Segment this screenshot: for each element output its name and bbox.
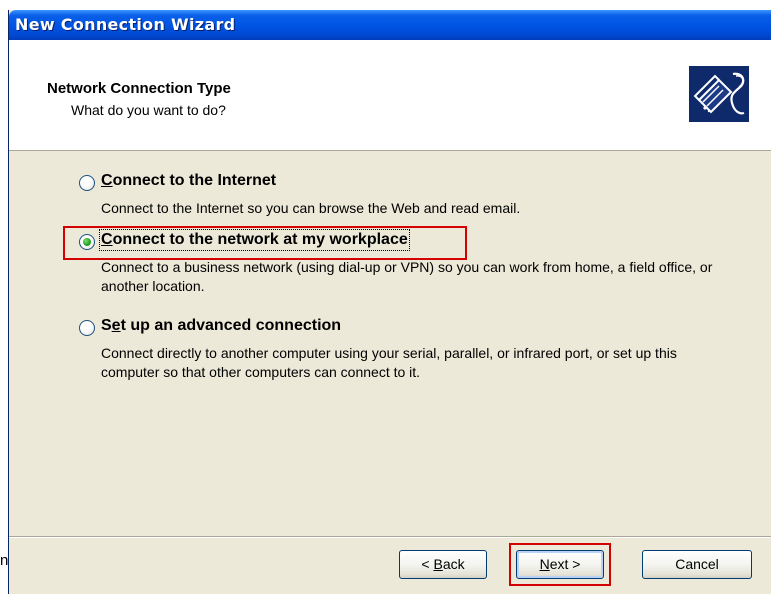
option-label[interactable]: Set up an advanced connection: [101, 317, 341, 335]
option-description: Connect to the Internet so you can brows…: [101, 200, 521, 216]
network-cable-icon: [689, 66, 749, 122]
label-accesskey: e: [111, 317, 121, 334]
annotation-highlight-option: [63, 226, 467, 260]
back-button[interactable]: < Back: [399, 550, 487, 579]
radio-connect-internet[interactable]: [79, 175, 95, 191]
label-text: t up an advanced connection: [120, 317, 342, 334]
cancel-button[interactable]: Cancel: [642, 550, 752, 579]
label-text: onnect to the Internet: [112, 172, 277, 189]
back-accesskey: B: [433, 556, 443, 572]
label-prefix: S: [101, 317, 112, 334]
page-subtitle: What do you want to do?: [71, 102, 226, 118]
label-accesskey: C: [101, 172, 113, 189]
window-title: New Connection Wizard: [15, 15, 236, 34]
button-separator: [9, 536, 771, 538]
wizard-header: Network Connection Type What do you want…: [9, 40, 771, 151]
annotation-highlight-next: [509, 543, 611, 586]
back-prefix: <: [421, 556, 434, 572]
title-bar[interactable]: New Connection Wizard: [9, 10, 771, 40]
radio-advanced-connection[interactable]: [79, 320, 95, 336]
back-label: ack: [442, 556, 465, 572]
option-description: Connect directly to another computer usi…: [101, 345, 677, 380]
page-title: Network Connection Type: [47, 80, 231, 97]
wizard-window: New Connection Wizard Network Connection…: [8, 10, 771, 594]
option-description: Connect to a business network (using dia…: [101, 259, 713, 294]
option-label[interactable]: Connect to the Internet: [101, 172, 276, 190]
